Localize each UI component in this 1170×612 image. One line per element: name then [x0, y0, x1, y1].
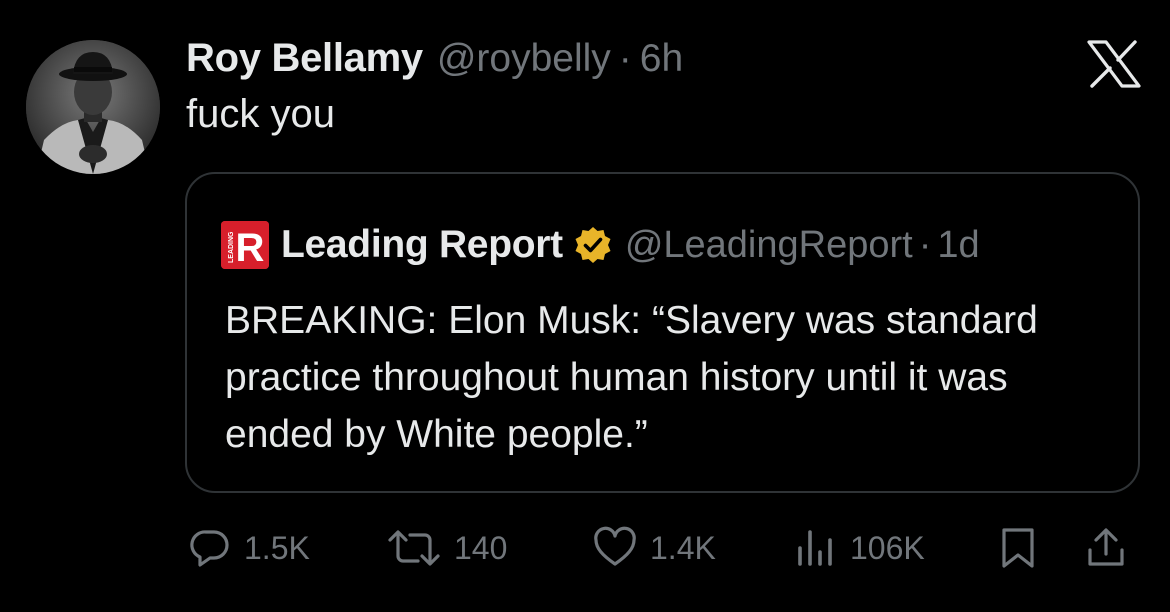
quoted-display-name[interactable]: Leading Report	[281, 223, 563, 267]
tweet-card: Roy Bellamy @roybelly · 6h fuck you R LE…	[0, 0, 1170, 612]
user-handle[interactable]: @roybelly	[437, 37, 611, 81]
tweet-text: fuck you	[186, 92, 335, 136]
avatar-photo	[26, 40, 160, 174]
bookmark-icon	[1002, 528, 1034, 568]
svg-text:LEADING: LEADING	[228, 231, 235, 263]
bookmark-button[interactable]	[998, 520, 1038, 576]
separator-dot: ·	[918, 223, 932, 266]
share-button[interactable]	[1084, 520, 1128, 576]
share-icon	[1088, 528, 1124, 566]
reply-button[interactable]: 1.5K	[188, 520, 310, 576]
reply-count: 1.5K	[244, 529, 310, 566]
display-name[interactable]: Roy Bellamy	[186, 36, 423, 81]
like-button[interactable]: 1.4K	[592, 520, 716, 576]
like-count: 1.4K	[650, 529, 716, 566]
tweet-header: Roy Bellamy @roybelly · 6h	[186, 36, 683, 86]
repost-count: 140	[454, 529, 508, 566]
verified-badge-icon	[575, 227, 611, 263]
svg-text:R: R	[236, 226, 265, 269]
reply-icon	[190, 530, 229, 567]
quoted-timestamp[interactable]: 1d	[937, 224, 979, 267]
timestamp[interactable]: 6h	[640, 37, 683, 81]
views-icon	[798, 530, 832, 566]
x-logo-icon	[1086, 40, 1142, 88]
avatar[interactable]	[26, 40, 160, 174]
leading-report-logo: R LEADING	[221, 221, 269, 269]
repost-icon	[388, 530, 440, 566]
quoted-user-handle[interactable]: @LeadingReport	[625, 224, 913, 267]
quoted-tweet-text: BREAKING: Elon Musk: “Slavery was standa…	[225, 299, 1038, 456]
separator-dot: ·	[618, 37, 632, 80]
repost-button[interactable]: 140	[386, 520, 507, 576]
action-bar: 1.5K 140 1.4K 106K	[0, 520, 1170, 576]
views-button[interactable]: 106K	[794, 520, 925, 576]
views-count: 106K	[850, 529, 925, 566]
quoted-tweet-header: R LEADING Leading Report @LeadingReport …	[221, 220, 980, 270]
quoted-tweet[interactable]: R LEADING Leading Report @LeadingReport …	[185, 172, 1140, 493]
heart-icon	[594, 526, 636, 566]
